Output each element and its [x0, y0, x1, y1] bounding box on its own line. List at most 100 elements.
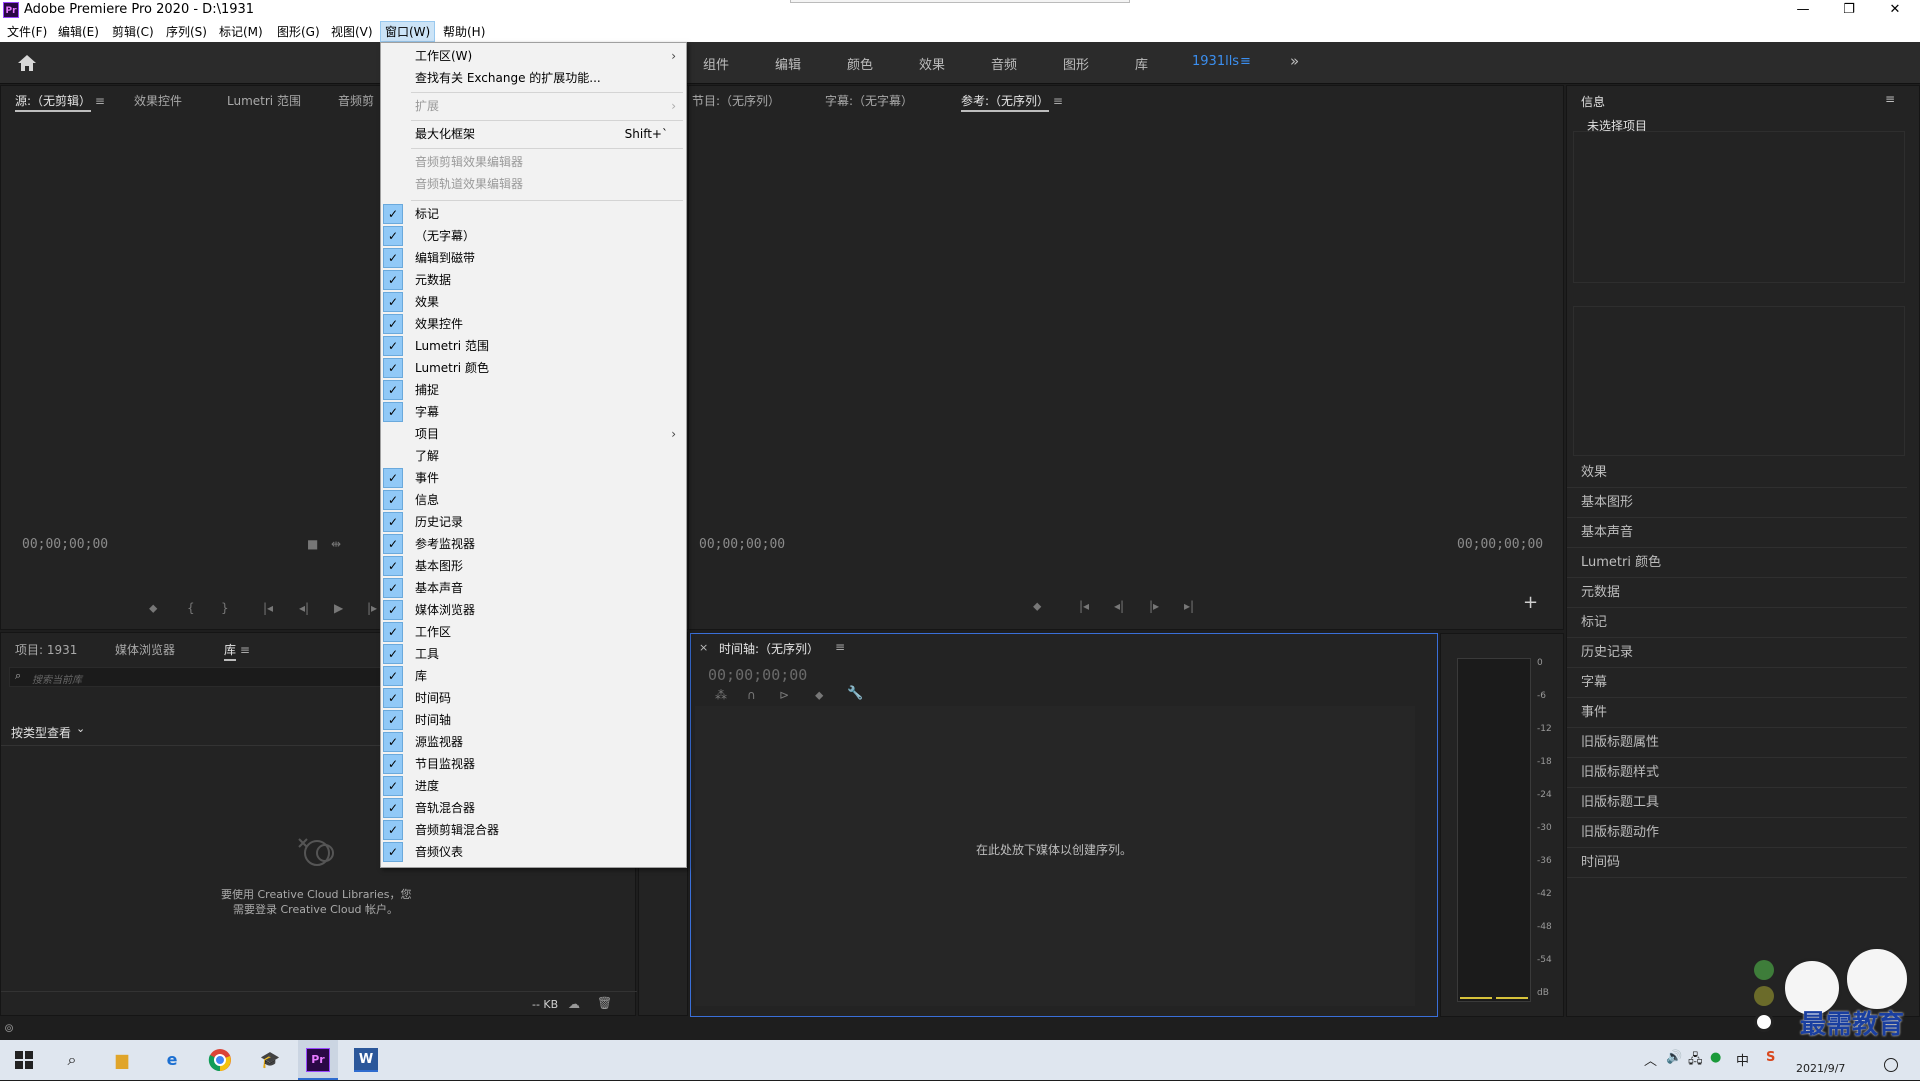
tab-effect-controls[interactable]: 效果控件 — [134, 92, 182, 109]
menu-item-history[interactable]: ✓ 历史记录 — [381, 511, 686, 533]
marker-icon[interactable]: ⬥ — [815, 688, 823, 703]
menu-item-essential-graphics[interactable]: ✓ 基本图形 — [381, 555, 686, 577]
menu-item-capture[interactable]: ✓ 捕捉 — [381, 379, 686, 401]
workspace-menu-icon[interactable]: ≡ — [1240, 54, 1251, 69]
menu-markers[interactable]: 标记(M) — [219, 23, 263, 40]
menu-sequence[interactable]: 序列(S) — [166, 23, 207, 40]
step-forward-icon[interactable]: |▸ — [1149, 599, 1159, 613]
go-to-in-icon[interactable]: |◂ — [1079, 599, 1089, 613]
panel-menu-icon[interactable]: ≡ — [1053, 94, 1063, 108]
menu-item-metadata[interactable]: ✓ 元数据 — [381, 269, 686, 291]
menu-clip[interactable]: 剪辑(C) — [112, 23, 154, 40]
workspace-libraries[interactable]: 库 — [1135, 54, 1148, 73]
menu-item-exchange[interactable]: 查找有关 Exchange 的扩展功能... — [381, 67, 686, 89]
info-panel-title[interactable]: 信息 — [1581, 93, 1605, 110]
chevron-down-icon[interactable]: ⌄ — [76, 722, 85, 735]
menu-file[interactable]: 文件(F) — [7, 23, 47, 40]
timeline-timecode[interactable]: 00;00;00;00 — [708, 666, 807, 684]
menu-item-lumetri-scopes[interactable]: ✓ Lumetri 范围 — [381, 335, 686, 357]
search-icon[interactable]: ⌕ — [58, 1046, 86, 1074]
menu-item-project[interactable]: 项目 › — [381, 423, 686, 445]
menu-item-audio-track-mixer[interactable]: ✓ 音轨混合器 — [381, 797, 686, 819]
panel-link-legacy-title-properties[interactable]: 旧版标题属性 — [1567, 728, 1907, 758]
panel-link-events[interactable]: 事件 — [1567, 698, 1907, 728]
add-marker-icon[interactable]: ⊳ — [779, 688, 789, 702]
panel-link-essential-graphics[interactable]: 基本图形 — [1567, 488, 1907, 518]
go-to-in-icon[interactable]: |◂ — [263, 601, 273, 615]
menu-item-workspaces[interactable]: ✓ 工作区 — [381, 621, 686, 643]
tab-program[interactable]: 节目:（无序列） — [692, 92, 780, 109]
workspace-graphics[interactable]: 图形 — [1063, 54, 1089, 73]
panel-link-timecode[interactable]: 时间码 — [1567, 848, 1907, 878]
menu-item-progress[interactable]: ✓ 进度 — [381, 775, 686, 797]
menu-item-no-captions[interactable]: ✓ （无字幕） — [381, 225, 686, 247]
menu-item-markers[interactable]: ✓ 标记 — [381, 203, 686, 225]
menu-item-effects[interactable]: ✓ 效果 — [381, 291, 686, 313]
trash-icon[interactable]: 🗑 — [597, 996, 612, 1010]
menu-item-media-browser[interactable]: ✓ 媒体浏览器 — [381, 599, 686, 621]
mark-out-icon[interactable]: } — [221, 601, 229, 615]
tab-libraries[interactable]: 库 — [224, 643, 237, 661]
menu-item-timeline[interactable]: ✓ 时间轴 — [381, 709, 686, 731]
panel-link-markers[interactable]: 标记 — [1567, 608, 1907, 638]
menu-item-lumetri-color[interactable]: ✓ Lumetri 颜色 — [381, 357, 686, 379]
wrench-icon[interactable]: 🔧 — [847, 686, 863, 701]
menu-item-tools[interactable]: ✓ 工具 — [381, 643, 686, 665]
play-icon[interactable]: ▶ — [334, 601, 343, 615]
mark-in-icon[interactable]: { — [187, 601, 195, 615]
panel-link-captions[interactable]: 字幕 — [1567, 668, 1907, 698]
minimize-button[interactable]: — — [1780, 0, 1826, 20]
snap-icon[interactable]: ⁂ — [715, 688, 727, 702]
windows-start-icon[interactable] — [10, 1046, 38, 1074]
tab-audio-clip-mixer[interactable]: 音频剪 — [338, 92, 374, 109]
tab-project[interactable]: 项目: 1931 — [15, 641, 77, 658]
menu-item-source-monitor[interactable]: ✓ 源监视器 — [381, 731, 686, 753]
panel-link-essential-sound[interactable]: 基本声音 — [1567, 518, 1907, 548]
marker-icon[interactable]: ⬥ — [149, 601, 157, 616]
notification-icon[interactable] — [1884, 1058, 1898, 1072]
menu-item-libraries[interactable]: ✓ 库 — [381, 665, 686, 687]
tab-timeline[interactable]: 时间轴:（无序列） — [719, 640, 819, 657]
tab-lumetri-scopes[interactable]: Lumetri 范围 — [227, 92, 301, 109]
menu-item-timecode[interactable]: ✓ 时间码 — [381, 687, 686, 709]
panel-menu-icon[interactable]: ≡ — [95, 94, 105, 108]
ime-indicator[interactable]: 中 — [1736, 1050, 1749, 1069]
view-by-dropdown[interactable]: 按类型查看 — [11, 724, 71, 741]
linked-selection-icon[interactable]: ∩ — [747, 688, 756, 702]
workspace-audio[interactable]: 音频 — [991, 54, 1017, 73]
workspace-editing[interactable]: 编辑 — [775, 54, 801, 73]
menu-graphics[interactable]: 图形(G) — [277, 23, 320, 40]
menu-item-maximize-frame[interactable]: 最大化框架 Shift+` — [381, 123, 686, 145]
panel-link-lumetri-color[interactable]: Lumetri 颜色 — [1567, 548, 1907, 578]
edge-browser-icon[interactable]: e — [158, 1046, 186, 1074]
insert-icon[interactable]: ⇹ — [331, 537, 341, 551]
chrome-browser-icon[interactable] — [206, 1046, 234, 1074]
panel-link-legacy-title-tools[interactable]: 旧版标题工具 — [1567, 788, 1907, 818]
menu-edit[interactable]: 编辑(E) — [58, 23, 99, 40]
workspace-color[interactable]: 颜色 — [847, 54, 873, 73]
network-icon[interactable]: 🖧 — [1688, 1050, 1703, 1072]
shield-icon[interactable]: ● — [1710, 1050, 1721, 1065]
menu-item-program-monitor[interactable]: ✓ 节目监视器 — [381, 753, 686, 775]
menu-item-learn[interactable]: 了解 — [381, 445, 686, 467]
step-back-icon[interactable]: ◂| — [299, 601, 309, 615]
menu-item-reference-monitor[interactable]: ✓ 参考监视器 — [381, 533, 686, 555]
panel-menu-icon[interactable]: ≡ — [1885, 92, 1895, 106]
go-to-out-icon[interactable]: ▸| — [1184, 599, 1194, 613]
maximize-button[interactable]: ❐ — [1826, 0, 1872, 20]
menu-window[interactable]: 窗口(W) — [380, 21, 436, 42]
menu-item-essential-sound[interactable]: ✓ 基本声音 — [381, 577, 686, 599]
menu-item-info[interactable]: ✓ 信息 — [381, 489, 686, 511]
step-back-icon[interactable]: ◂| — [1114, 599, 1124, 613]
menu-item-workspace[interactable]: 工作区(W) › — [381, 45, 686, 67]
workspace-overflow-icon[interactable]: » — [1290, 52, 1299, 70]
taskbar-date[interactable]: 2021/9/7 — [1796, 1062, 1845, 1075]
workspace-custom[interactable]: 1931lls — [1192, 54, 1239, 69]
panel-menu-icon[interactable]: ≡ — [240, 643, 250, 657]
cloud-sync-icon[interactable]: ☁ — [568, 997, 580, 1011]
graduation-cap-icon[interactable]: 🎓 — [256, 1046, 284, 1074]
menu-view[interactable]: 视图(V) — [331, 23, 373, 40]
source-timecode[interactable]: 00;00;00;00 — [22, 537, 108, 552]
tab-source[interactable]: 源:（无剪辑） — [15, 94, 92, 112]
tab-captions[interactable]: 字幕:（无字幕） — [825, 92, 913, 109]
